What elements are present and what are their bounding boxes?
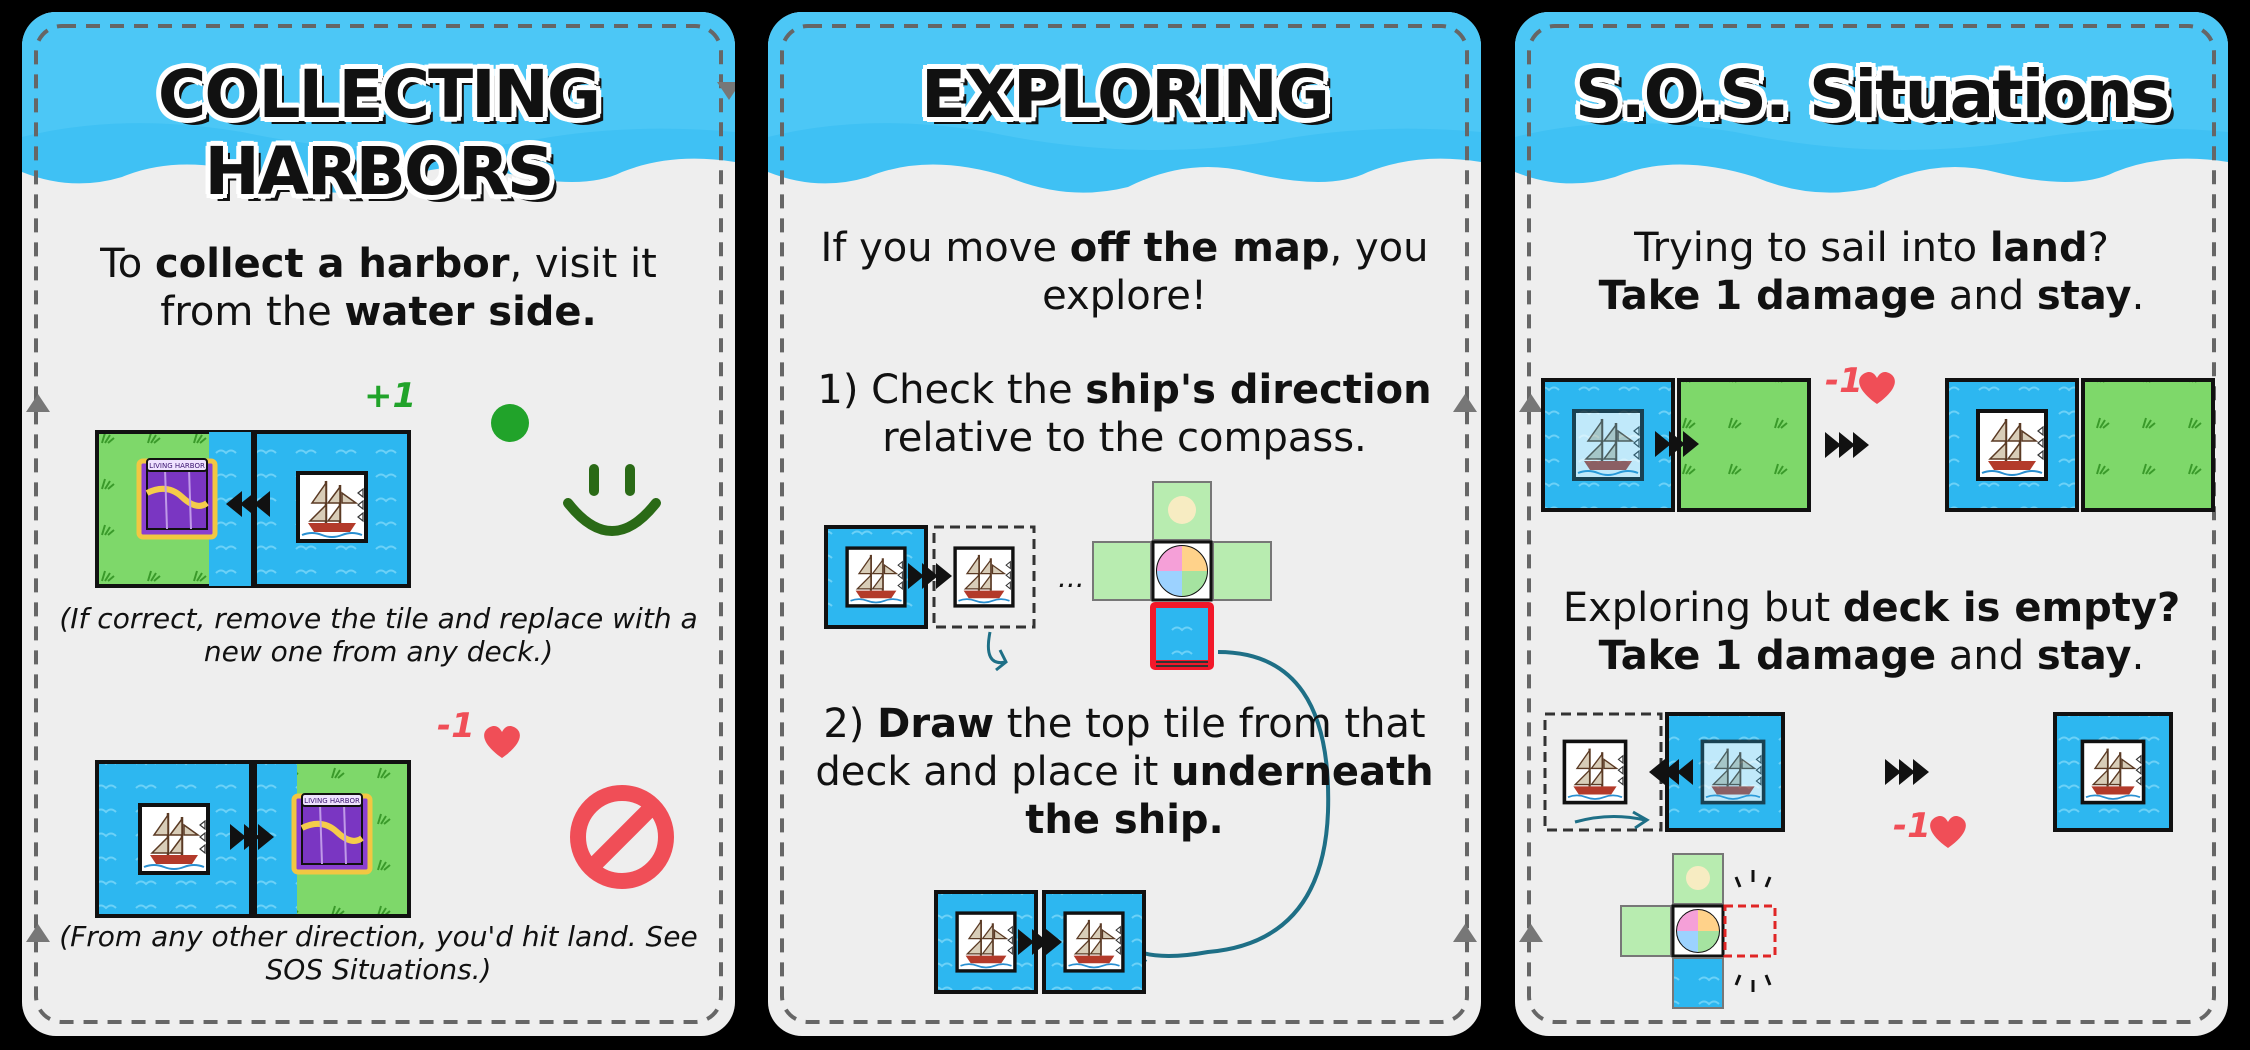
compass-icon bbox=[1092, 481, 1272, 670]
ship-icon bbox=[845, 546, 907, 608]
ship-icon bbox=[953, 546, 1015, 608]
curved-arrow-icon bbox=[1574, 810, 1650, 830]
ship-icon bbox=[138, 803, 210, 875]
incorrect-example: -1 bbox=[95, 706, 674, 918]
no-entry-icon bbox=[570, 785, 674, 889]
card-sos-situations: S.O.S. Situations Trying to sail into la… bbox=[1515, 12, 2228, 1036]
correct-example: +1 bbox=[95, 376, 661, 588]
card-title: EXPLORING bbox=[921, 56, 1330, 133]
penalty-label: -1 bbox=[1893, 806, 1931, 846]
harbor-icon bbox=[139, 459, 215, 537]
card-title: S.O.S. Situations bbox=[1575, 56, 2170, 133]
step-two-text: 2) Draw the top tile from that deck and … bbox=[815, 701, 1434, 843]
explore-instruction: If you move off the map, you explore! bbox=[820, 225, 1429, 319]
harbor-instruction: To collect a harbor, visit it from the w… bbox=[100, 241, 657, 335]
ship-icon bbox=[296, 471, 368, 543]
ship-icon bbox=[1700, 739, 1766, 805]
card-exploring: EXPLORING If you move off the map, you e… bbox=[768, 12, 1481, 1036]
card-collecting-harbors: COLLECTING HARBORS To collect a harbor, … bbox=[22, 12, 735, 1036]
penalty-label: -1 bbox=[1825, 361, 1863, 401]
penalty-label: -1 bbox=[437, 706, 475, 746]
token-icon bbox=[491, 404, 529, 442]
bonus-label: +1 bbox=[364, 376, 416, 416]
ship-icon bbox=[1063, 911, 1125, 973]
ship-icon bbox=[1976, 409, 2048, 481]
triple-arrow-icon bbox=[1885, 759, 1929, 785]
ship-icon bbox=[2080, 739, 2146, 805]
land-collision-text: Trying to sail into land? Take 1 damage … bbox=[1598, 225, 2145, 319]
smiley-icon bbox=[563, 464, 661, 536]
heart-icon bbox=[484, 725, 520, 758]
land-collision-diagram: -1 bbox=[1541, 361, 2215, 512]
heart-icon bbox=[1930, 815, 1966, 848]
incorrect-note: (From any other direction, you'd hit lan… bbox=[59, 920, 698, 986]
curved-arrow-icon bbox=[986, 631, 1008, 672]
empty-deck-text: Exploring but deck is empty? Take 1 dama… bbox=[1562, 585, 2181, 679]
heart-icon bbox=[1859, 371, 1895, 404]
ship-icon bbox=[1572, 409, 1644, 481]
harbor-icon bbox=[294, 794, 370, 872]
ship-icon bbox=[1562, 739, 1628, 805]
compass-icon bbox=[1620, 853, 1777, 1009]
step-one-text: 1) Check the ship's direction relative t… bbox=[817, 367, 1432, 461]
ship-icon bbox=[955, 911, 1017, 973]
correct-note: (If correct, remove the tile and replace… bbox=[59, 602, 698, 668]
triple-arrow-icon bbox=[1825, 432, 1869, 458]
card-title: COLLECTING HARBORS bbox=[157, 56, 601, 210]
empty-deck-diagram: -1 bbox=[1543, 712, 2173, 1009]
